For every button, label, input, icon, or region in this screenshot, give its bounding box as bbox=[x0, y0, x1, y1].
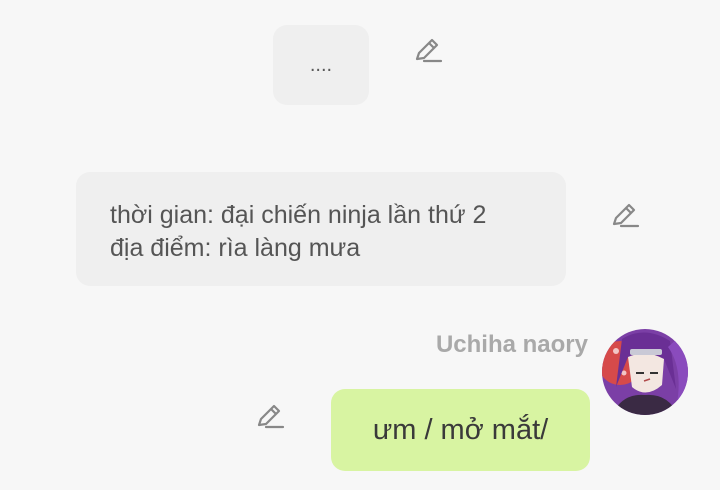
edit-message-button[interactable] bbox=[609, 200, 641, 232]
message-text: .... bbox=[309, 53, 333, 76]
message-bubble-2[interactable]: thời gian: đại chiến ninja lần thứ 2 địa… bbox=[76, 172, 566, 286]
edit-message-button[interactable] bbox=[412, 35, 444, 67]
edit-pencil-icon bbox=[415, 38, 443, 63]
edit-pencil-icon bbox=[612, 203, 640, 228]
sender-name: Uchiha naory bbox=[435, 331, 588, 358]
edit-pencil-icon bbox=[257, 404, 285, 429]
message-line-2: địa điểm: rìa làng mưa bbox=[110, 234, 361, 262]
message-line-1: thời gian: đại chiến ninja lần thứ 2 bbox=[110, 201, 487, 229]
user-message-text: ưm / mở mắt/ bbox=[372, 413, 549, 446]
edit-message-button[interactable] bbox=[254, 401, 286, 433]
avatar[interactable] bbox=[602, 329, 688, 415]
character-avatar bbox=[602, 329, 688, 415]
user-message-bubble[interactable]: ưm / mở mắt/ bbox=[331, 389, 590, 471]
message-bubble-1[interactable]: .... bbox=[273, 25, 369, 105]
